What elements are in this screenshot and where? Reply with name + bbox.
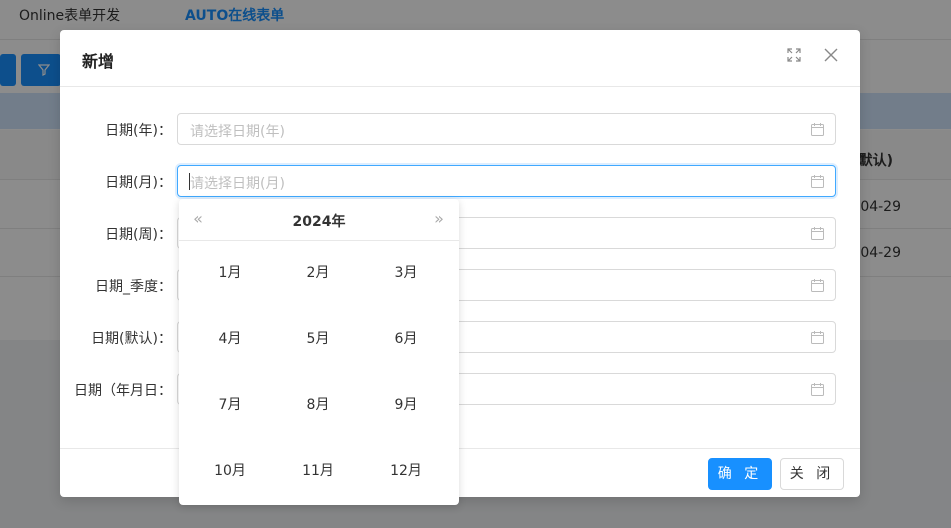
month-cell[interactable]: 10月 — [200, 459, 260, 483]
close-button[interactable]: 关 闭 — [780, 458, 844, 490]
close-icon[interactable] — [822, 48, 840, 66]
field-label: 日期(默认)： — [91, 331, 172, 347]
form-row-year: 日期(年)： 请选择日期(年) — [60, 113, 860, 145]
dialog-title: 新增 — [82, 52, 115, 71]
calendar-icon[interactable] — [811, 175, 824, 188]
month-cell[interactable]: 2月 — [288, 261, 348, 285]
month-cell[interactable]: 1月 — [200, 261, 260, 285]
confirm-button[interactable]: 确 定 — [708, 458, 772, 490]
calendar-icon[interactable] — [811, 123, 824, 136]
dialog-header: 新增 — [60, 30, 860, 87]
month-cell[interactable]: 11月 — [288, 459, 348, 483]
date-month-input[interactable]: 请选择日期(月) — [177, 165, 836, 197]
month-cell[interactable]: 3月 — [376, 261, 436, 285]
input-placeholder: 请选择日期(月) — [190, 176, 285, 192]
field-label: 日期_季度： — [95, 279, 172, 295]
next-year-icon[interactable]: » — [429, 209, 449, 228]
date-year-input[interactable]: 请选择日期(年) — [177, 113, 836, 145]
calendar-icon[interactable] — [811, 383, 824, 396]
form-row-month: 日期(月)： 请选择日期(月) — [60, 165, 860, 197]
picker-header: « 2024年 » — [179, 199, 459, 241]
calendar-icon[interactable] — [811, 227, 824, 240]
field-label: 日期(周)： — [105, 227, 172, 243]
month-cell[interactable]: 9月 — [376, 393, 436, 417]
month-picker-dropdown: « 2024年 » 1月 2月 3月 4月 5月 6月 7月 8月 9月 10月… — [179, 199, 459, 505]
field-label: 日期(年)： — [105, 123, 172, 139]
input-placeholder: 请选择日期(年) — [190, 124, 285, 140]
month-cell[interactable]: 12月 — [376, 459, 436, 483]
month-cell[interactable]: 7月 — [200, 393, 260, 417]
field-label: 日期（年月日： — [74, 383, 172, 399]
field-label: 日期(月)： — [105, 175, 172, 191]
month-cell[interactable]: 5月 — [288, 327, 348, 351]
fullscreen-icon[interactable] — [785, 48, 803, 66]
month-cell[interactable]: 6月 — [376, 327, 436, 351]
month-cell[interactable]: 8月 — [288, 393, 348, 417]
picker-year-label[interactable]: 2024年 — [179, 211, 459, 231]
calendar-icon[interactable] — [811, 331, 824, 344]
month-cell[interactable]: 4月 — [200, 327, 260, 351]
calendar-icon[interactable] — [811, 279, 824, 292]
